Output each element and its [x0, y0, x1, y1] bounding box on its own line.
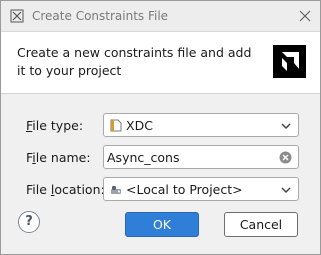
- ok-button[interactable]: OK: [125, 212, 199, 237]
- window-title: Create Constraints File: [32, 9, 169, 23]
- file-name-input[interactable]: [105, 147, 275, 167]
- create-constraints-file-dialog: Create Constraints File Create a new con…: [0, 0, 321, 255]
- file-name-field[interactable]: [103, 145, 299, 169]
- file-type-select[interactable]: XDC: [103, 113, 299, 137]
- file-location-label-prefix: File: [26, 182, 51, 197]
- amd-logo-mark: [282, 52, 299, 71]
- title-bar: Create Constraints File: [1, 1, 320, 32]
- cancel-button[interactable]: Cancel: [224, 212, 298, 237]
- file-type-value: XDC: [126, 118, 153, 133]
- xdc-file-icon: [110, 119, 122, 132]
- dialog-header: Create a new constraints file and add it…: [1, 32, 320, 94]
- file-name-label: File name:: [26, 150, 91, 165]
- clear-icon[interactable]: [279, 151, 292, 164]
- chevron-down-icon: [281, 187, 291, 194]
- local-project-icon: [111, 186, 121, 194]
- help-button[interactable]: ?: [18, 211, 40, 233]
- file-type-label: File type:: [26, 118, 83, 133]
- file-location-value: <Local to Project>: [126, 182, 243, 197]
- chevron-down-icon: [281, 123, 291, 130]
- file-type-label-text: ile type:: [32, 118, 84, 133]
- file-location-label-text: ocation:: [54, 182, 105, 197]
- amd-logo: [273, 45, 306, 78]
- close-icon[interactable]: [298, 9, 312, 23]
- dialog-description: Create a new constraints file and add it…: [17, 45, 252, 78]
- vivado-app-icon: [10, 9, 24, 23]
- file-location-label: File location:: [26, 182, 105, 197]
- file-name-label-text: le name:: [35, 150, 91, 165]
- file-location-select[interactable]: <Local to Project>: [103, 177, 299, 201]
